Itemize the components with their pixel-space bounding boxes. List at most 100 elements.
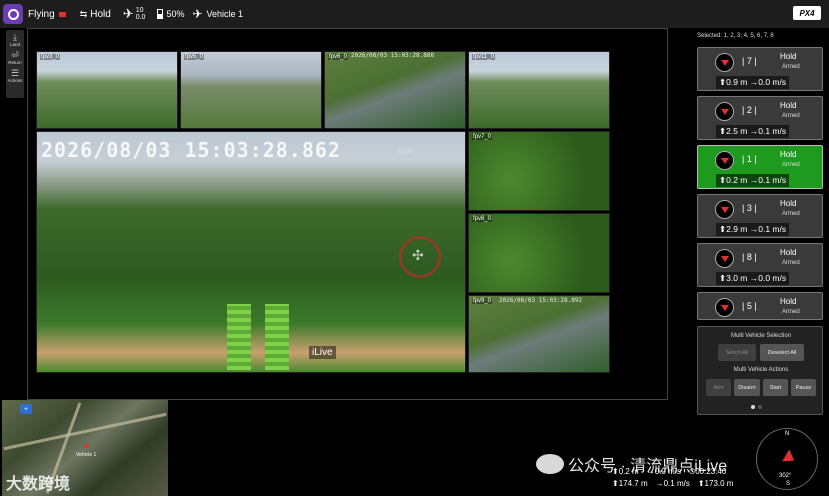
vehicle-label: Vehicle 1: [206, 9, 244, 19]
gps-count: 10: [135, 7, 144, 14]
gps-hdop: 0.0: [135, 14, 146, 21]
video-tile-main[interactable]: 2026/08/03 15:03:28.862 一般现场 ✣ iLive: [36, 131, 466, 373]
return-button[interactable]: ⏎ Return: [8, 50, 22, 65]
tile-label: fpv11_0: [472, 54, 495, 60]
heading-compass-icon: [715, 249, 734, 268]
telem-distance: ⬆173.0 m: [697, 479, 734, 488]
vehicle-telemetry: ⬆0.9 m →0.0 m/s: [716, 76, 790, 89]
vehicle-id: | 8 |: [742, 252, 757, 262]
telemetry-readout: ⬆0.2 m →0.0 m/s ⏱00:23:40 ⬆174.7 m →0.1 …: [612, 466, 733, 490]
start-button[interactable]: Start: [763, 379, 788, 396]
tile-label: fpv3_0: [40, 54, 61, 60]
compass-south: S: [786, 481, 791, 487]
vehicle-state: Armed: [782, 113, 800, 119]
page-dot[interactable]: [758, 405, 762, 409]
video-tile-fpv5[interactable]: fpv5_0: [180, 51, 322, 129]
video-tile-fpv11[interactable]: fpv11_0: [468, 51, 610, 129]
vehicle-card-7[interactable]: | 7 | Hold Armed ⬆0.9 m →0.0 m/s: [697, 47, 823, 91]
battery-icon: [157, 9, 164, 19]
toolbar: Flying ⇆ Hold ✈ 10 0.0 50% ✈ Vehicle 1 P…: [0, 0, 829, 28]
vehicle-selector[interactable]: ✈ Vehicle 1: [192, 7, 243, 21]
wechat-icon: [536, 454, 564, 474]
vehicle-id: | 7 |: [742, 56, 757, 66]
satellite-icon: ✈: [122, 6, 134, 21]
selected-label: Selected: 1, 2, 3, 4, 5, 6, 7, 8: [697, 33, 774, 39]
map-add-badge[interactable]: +: [20, 404, 32, 414]
main-timestamp: 2026/08/03 15:03:28.862: [41, 138, 341, 162]
page-indicator: [751, 405, 762, 409]
vehicle-card-5[interactable]: | 5 | Hold Armed: [697, 292, 823, 320]
compass-north: N: [785, 431, 790, 437]
video-tile-fpv8[interactable]: fpv8_0: [468, 213, 610, 293]
heading-compass-icon: [715, 151, 734, 170]
drone-icon: ✣: [412, 247, 424, 263]
heading-compass: N 302° S: [756, 428, 818, 490]
vehicle-mode: Hold: [780, 297, 797, 306]
heading-compass-icon: [715, 102, 734, 121]
status-flag-icon: [58, 11, 66, 17]
land-button[interactable]: ⤓ Land: [10, 32, 20, 47]
multi-actions-title: Multi Vehicle Actions: [733, 367, 789, 373]
telem-altitude-rel: ⬆0.2 m: [612, 467, 639, 476]
vehicle-telemetry: ⬆2.5 m →0.1 m/s: [716, 125, 790, 138]
vehicle-telemetry: ⬆0.2 m →0.1 m/s: [716, 174, 790, 187]
return-label: Return: [8, 60, 22, 65]
video-tile-fpv6[interactable]: fpv6_0 2026/08/03 15:03:28.888: [324, 51, 466, 129]
grass-stripe: [265, 304, 289, 370]
pause-button[interactable]: Pause: [791, 379, 816, 396]
vehicle-state: Armed: [782, 162, 800, 168]
vehicle-mode: Hold: [780, 52, 797, 61]
multi-vehicle-panel: Selected: 1, 2, 3, 4, 5, 6, 7, 8 | 7 | H…: [693, 28, 829, 496]
land-icon: ⤓: [13, 32, 17, 42]
vehicle-card-1[interactable]: | 1 | Hold Armed ⬆0.2 m →0.1 m/s: [697, 145, 823, 189]
tile-timestamp: 2026/08/03 15:03:28.888: [351, 52, 435, 59]
main-cn-text: 一般现场: [393, 149, 414, 155]
battery-indicator[interactable]: 50%: [157, 9, 184, 19]
vehicle-mode: Hold: [780, 150, 797, 159]
vehicle-mode: Hold: [780, 101, 797, 110]
heading-compass-icon: [715, 53, 734, 72]
vehicle-card-8[interactable]: | 8 | Hold Armed ⬆3.0 m →0.0 m/s: [697, 243, 823, 287]
actions-label: Actions: [7, 78, 23, 83]
vehicle-id: | 1 |: [742, 154, 757, 164]
deselect-all-button[interactable]: Deselect All: [760, 344, 804, 361]
video-grid[interactable]: fpv3_0 fpv5_0 fpv6_0 2026/08/03 15:03:28…: [27, 28, 668, 400]
gps-indicator[interactable]: ✈ 10 0.0: [123, 6, 146, 22]
vehicle-id: | 3 |: [742, 203, 757, 213]
page-dot[interactable]: [751, 405, 755, 409]
vehicle-id: | 2 |: [742, 105, 757, 115]
flight-mode-selector[interactable]: ⇆ Hold: [80, 9, 111, 20]
vehicle-card-3[interactable]: | 3 | Hold Armed ⬆2.9 m →0.1 m/s: [697, 194, 823, 238]
tile-label: fpv8_0: [472, 216, 493, 222]
qgc-logo-icon: [7, 8, 19, 20]
vehicle-telemetry: ⬆3.0 m →0.0 m/s: [716, 272, 790, 285]
land-label: Land: [9, 42, 20, 47]
vehicle-state: Armed: [782, 211, 800, 217]
vehicle-id: | 5 |: [742, 301, 757, 311]
telem-hspeed: →0.1 m/s: [655, 479, 690, 488]
compass-heading: 302°: [779, 473, 792, 479]
video-tile-fpv3[interactable]: fpv3_0: [36, 51, 178, 129]
disarm-button[interactable]: Disarm: [734, 379, 760, 396]
menu-icon: ☰: [10, 68, 20, 78]
app-logo-button[interactable]: [3, 4, 23, 24]
vehicle-telemetry: ⬆2.9 m →0.1 m/s: [716, 223, 790, 236]
actions-button[interactable]: ☰ Actions: [8, 68, 23, 83]
main-watermark: iLive: [309, 346, 336, 359]
multi-selection-title: Multi Vehicle Selection: [730, 333, 792, 339]
heading-compass-icon: [715, 200, 734, 219]
arm-button[interactable]: Arm: [706, 379, 731, 396]
vehicle-marker-icon[interactable]: ▲: [82, 440, 91, 450]
tool-strip: ⤓ Land ⏎ Return ☰ Actions: [6, 30, 24, 98]
select-all-button[interactable]: Select All: [718, 344, 756, 361]
vehicle-mode: Hold: [780, 248, 797, 257]
tile-label: fpv7_0: [472, 134, 493, 140]
telem-vspeed: →0.0 m/s: [646, 467, 681, 476]
vehicle-card-2[interactable]: | 2 | Hold Armed ⬆2.5 m →0.1 m/s: [697, 96, 823, 140]
video-tile-fpv9[interactable]: fpv9_0 2026/08/03 15:03:28.892: [468, 295, 610, 373]
video-tile-fpv7[interactable]: fpv7_0: [468, 131, 610, 211]
watermark-left: 大数跨境: [6, 476, 71, 493]
flight-status[interactable]: Flying: [28, 9, 66, 20]
telem-altitude-amsl: ⬆174.7 m: [612, 479, 648, 488]
tile-timestamp: 2026/08/03 15:03:28.892: [499, 297, 583, 304]
